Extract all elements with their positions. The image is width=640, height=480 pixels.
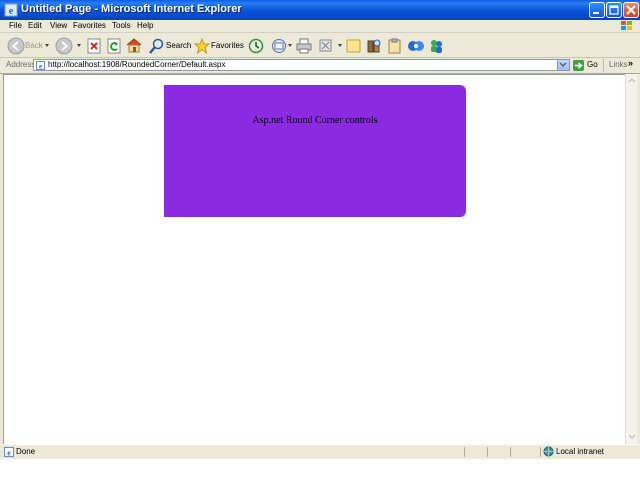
- back-icon: [7, 37, 25, 55]
- search-icon: [149, 38, 164, 54]
- favorites-star-icon: [194, 38, 210, 54]
- standard-toolbar: Back Search Favorites: [0, 33, 640, 58]
- address-dropdown-button[interactable]: [557, 60, 569, 70]
- done-page-icon: e: [4, 447, 14, 457]
- print-button[interactable]: [295, 35, 313, 55]
- desktop-area: [0, 459, 640, 480]
- messenger-button[interactable]: [407, 35, 424, 55]
- favorites-button[interactable]: Favorites: [194, 35, 244, 55]
- research-button[interactable]: [366, 35, 382, 55]
- status-divider: [464, 447, 465, 457]
- refresh-button[interactable]: [106, 35, 122, 55]
- mail-button[interactable]: [271, 35, 289, 55]
- messenger-people-button[interactable]: [428, 35, 444, 55]
- mail-dropdown-arrow[interactable]: [288, 44, 292, 47]
- address-url: http://localhost:1908/RoundedCorner/Defa…: [48, 60, 226, 69]
- close-button[interactable]: [623, 2, 639, 18]
- go-button[interactable]: Go: [587, 60, 598, 69]
- close-icon: [626, 5, 636, 15]
- home-button[interactable]: [125, 35, 143, 55]
- status-divider: [540, 447, 541, 457]
- scroll-down-button[interactable]: [626, 431, 637, 443]
- menu-help[interactable]: Help: [137, 20, 153, 31]
- chevron-up-icon: [628, 78, 636, 83]
- edit-dropdown-arrow[interactable]: [338, 44, 342, 47]
- minimize-icon: [593, 12, 599, 14]
- minimize-button[interactable]: [589, 2, 605, 18]
- stop-icon: [87, 38, 101, 54]
- edit-button[interactable]: [318, 35, 334, 55]
- address-bar: Address e http://localhost:1908/RoundedC…: [0, 58, 640, 74]
- svg-text:e: e: [7, 449, 11, 458]
- people-icon: [431, 40, 442, 53]
- forward-button[interactable]: [54, 35, 74, 55]
- back-label: Back: [25, 41, 43, 50]
- menu-favorites[interactable]: Favorites: [73, 20, 106, 31]
- forward-dropdown-arrow[interactable]: [77, 44, 81, 47]
- svg-text:e: e: [39, 63, 42, 71]
- chevron-down-icon: [628, 434, 636, 439]
- edit-icon: [319, 39, 332, 52]
- maximize-icon: [609, 5, 619, 15]
- status-divider: [487, 447, 488, 457]
- status-divider: [510, 447, 511, 457]
- go-arrow-icon[interactable]: [573, 60, 584, 71]
- history-button[interactable]: [247, 35, 265, 55]
- favorites-label: Favorites: [211, 41, 244, 50]
- history-icon: [248, 38, 264, 54]
- chevron-right-icon[interactable]: »: [628, 58, 633, 68]
- menu-view[interactable]: View: [50, 20, 67, 31]
- back-dropdown-arrow[interactable]: [45, 44, 49, 47]
- menu-tools[interactable]: Tools: [112, 20, 131, 31]
- search-button[interactable]: Search: [149, 35, 191, 55]
- address-input[interactable]: e http://localhost:1908/RoundedCorner/De…: [33, 59, 570, 71]
- refresh-icon: [107, 38, 121, 54]
- mail-icon: [272, 39, 286, 53]
- panel-text: Asp.net Round Corner controls: [252, 115, 378, 126]
- messenger-icon: [408, 41, 424, 51]
- maximize-button[interactable]: [606, 2, 622, 18]
- home-icon: [126, 38, 142, 53]
- title-bar: e Untitled Page - Microsoft Internet Exp…: [0, 0, 640, 20]
- page-content: Asp.net Round Corner controls: [3, 74, 625, 444]
- links-divider: [603, 59, 604, 72]
- research-icon: [367, 39, 381, 53]
- clipboard-icon: [388, 38, 401, 54]
- discuss-button[interactable]: [346, 35, 362, 55]
- links-button[interactable]: Links: [609, 60, 628, 69]
- address-label: Address: [6, 60, 36, 69]
- stop-button[interactable]: [86, 35, 102, 55]
- discuss-icon: [346, 39, 361, 53]
- menu-edit[interactable]: Edit: [28, 20, 42, 31]
- search-label: Search: [166, 41, 192, 50]
- status-bar: e Done Local intranet: [0, 444, 640, 459]
- ie-icon: e: [4, 3, 18, 17]
- page-icon: e: [36, 61, 45, 70]
- intranet-icon: [543, 446, 554, 457]
- menu-file[interactable]: File: [9, 20, 22, 31]
- forward-icon: [55, 37, 73, 55]
- menu-bar: File Edit View Favorites Tools Help: [0, 20, 640, 33]
- window-title: Untitled Page - Microsoft Internet Explo…: [21, 3, 242, 15]
- scroll-up-button[interactable]: [626, 74, 637, 86]
- security-zone: Local intranet: [556, 447, 605, 456]
- chevron-down-icon: [559, 62, 567, 68]
- rounded-corner-panel: Asp.net Round Corner controls: [164, 85, 466, 217]
- windows-logo-icon: [621, 21, 632, 30]
- svg-text:e: e: [9, 6, 14, 17]
- clipboard-button[interactable]: [387, 35, 403, 55]
- status-text: Done: [16, 447, 36, 456]
- vertical-scrollbar[interactable]: [625, 74, 637, 444]
- print-icon: [296, 38, 312, 54]
